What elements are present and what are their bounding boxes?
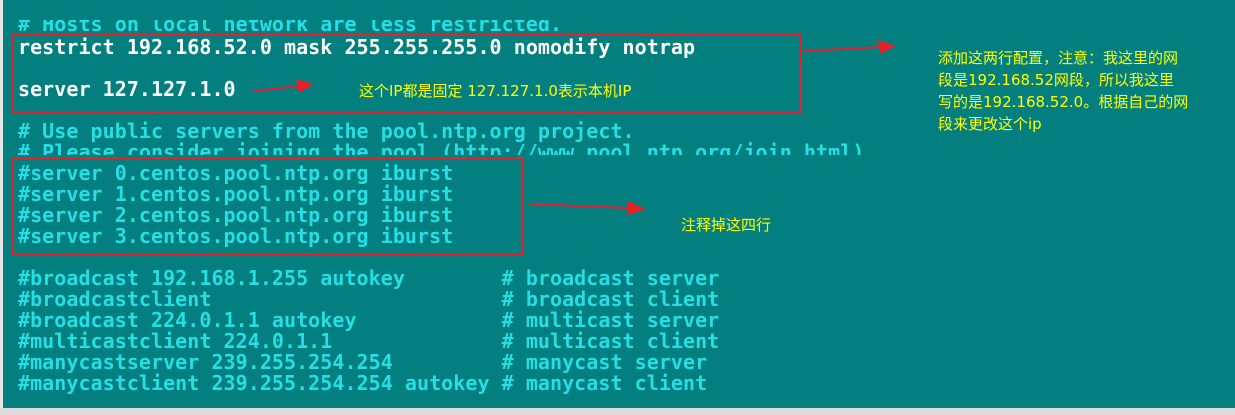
config-note-line: 段是192.168.52网段，所以我这里	[938, 71, 1174, 89]
arrow-right-icon	[529, 201, 646, 215]
arrow-right-icon	[803, 40, 896, 54]
config-note-line: 段来更改这个ip	[938, 115, 1042, 133]
comment-note: 注释掉这四行	[681, 216, 772, 234]
config-note-line: 写的是192.168.52.0。根据自己的网	[938, 93, 1189, 111]
broadcast-line: #broadcast 192.168.1.255 autokey # broad…	[18, 266, 720, 290]
manycastclient-line: #manycastclient 239.255.254.254 autokey …	[18, 371, 708, 395]
window-bottom-edge	[0, 408, 1235, 415]
comment-line-public-servers: # Use public servers from the pool.ntp.o…	[18, 119, 635, 143]
terminal-window[interactable]: # Hosts on local network are less restri…	[0, 0, 1235, 415]
commented-servers-highlight-box	[12, 157, 524, 255]
window-left-edge	[0, 0, 3, 415]
multicastclient-line: #multicastclient 224.0.1.1 # multicast c…	[18, 329, 720, 353]
multicast-broadcast-line: #broadcast 224.0.1.1 autokey # multicast…	[18, 308, 720, 332]
config-note-line: 添加这两行配置，注意：我这里的网	[938, 49, 1179, 67]
arrow-right-icon	[253, 79, 314, 93]
broadcastclient-line: #broadcastclient # broadcast client	[18, 287, 720, 311]
comment-line-hosts: # Hosts on local network are less restri…	[18, 12, 563, 36]
ip-note: 这个IP都是固定 127.127.1.0表示本机IP	[359, 82, 632, 100]
manycastserver-line: #manycastserver 239.255.254.254 # manyca…	[18, 350, 708, 374]
config-note: 添加这两行配置，注意：我这里的网 段是192.168.52网段，所以我这里 写的…	[938, 47, 1188, 135]
